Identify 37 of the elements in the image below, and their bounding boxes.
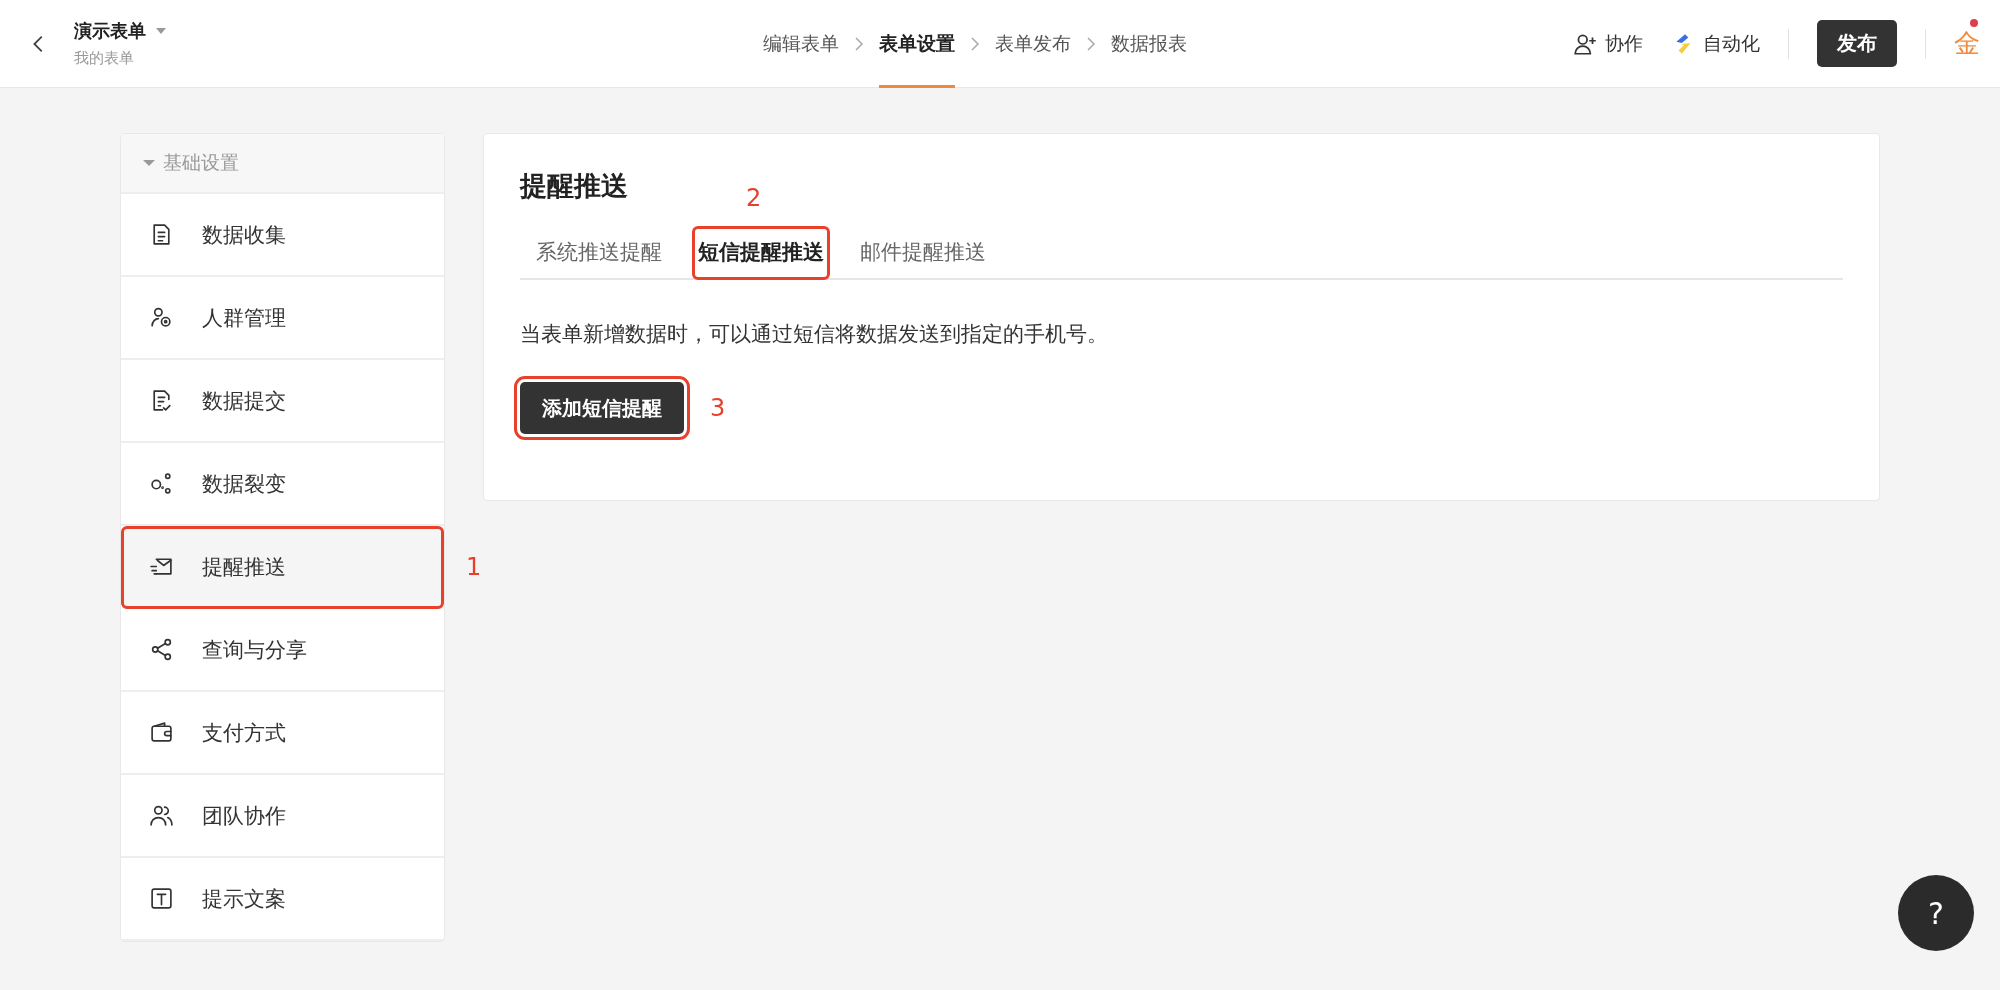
text-icon bbox=[149, 886, 174, 911]
description-text: 当表单新增数据时，可以通过短信将数据发送到指定的手机号。 bbox=[520, 321, 1109, 348]
person-icon bbox=[149, 305, 174, 330]
annotation-number: 1 bbox=[466, 552, 482, 581]
tab[interactable]: 邮件提醒推送 bbox=[854, 226, 992, 280]
annotation-number: 3 bbox=[710, 394, 726, 422]
publish-button[interactable]: 发布 bbox=[1817, 20, 1897, 67]
chevron-icon bbox=[969, 37, 981, 51]
form-subtitle: 我的表单 bbox=[74, 49, 135, 68]
share-icon bbox=[149, 637, 174, 662]
collaborate-button[interactable]: 协作 bbox=[1573, 30, 1643, 57]
notification-dot bbox=[1970, 19, 1978, 27]
circles-icon bbox=[149, 471, 174, 496]
sidebar-item[interactable]: 查询与分享 bbox=[121, 609, 444, 692]
caret-icon bbox=[143, 159, 155, 167]
people-icon bbox=[149, 803, 174, 828]
step-tab[interactable]: 编辑表单 bbox=[763, 0, 839, 88]
sidebar-item[interactable]: 提示文案 bbox=[121, 858, 444, 941]
sidebar-item[interactable]: 人群管理 bbox=[121, 277, 444, 360]
help-button[interactable]: ? bbox=[1898, 875, 1974, 951]
automation-button[interactable]: 自动化 bbox=[1671, 30, 1760, 57]
form-title: 演示表单 bbox=[74, 19, 146, 43]
step-tab[interactable]: 表单发布 bbox=[995, 0, 1071, 88]
step-tab[interactable]: 数据报表 bbox=[1111, 0, 1187, 88]
annotation-number: 2 bbox=[746, 184, 762, 212]
wallet-icon bbox=[149, 720, 174, 745]
caret-icon[interactable] bbox=[156, 27, 166, 35]
sidebar-item[interactable]: 数据收集 bbox=[121, 194, 444, 277]
chevron-icon bbox=[1085, 37, 1097, 51]
sidebar-item[interactable]: 数据提交 bbox=[121, 360, 444, 443]
panel-title: 提醒推送 bbox=[520, 169, 628, 203]
step-tab[interactable]: 表单设置 bbox=[879, 0, 955, 88]
sidebar-item[interactable]: 支付方式 bbox=[121, 692, 444, 775]
tab[interactable]: 短信提醒推送 bbox=[692, 226, 830, 280]
chevron-icon bbox=[853, 37, 865, 51]
sidebar-item[interactable]: 团队协作 bbox=[121, 775, 444, 858]
tab[interactable]: 系统推送提醒 bbox=[530, 226, 668, 280]
